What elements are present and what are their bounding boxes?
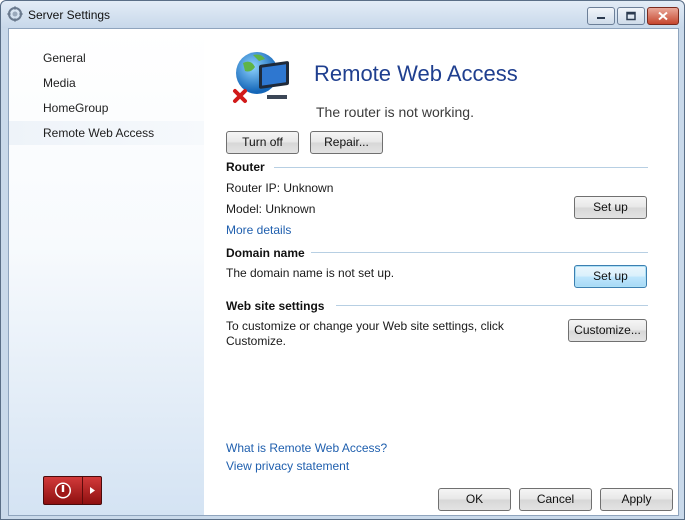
sidebar-item-label: HomeGroup	[43, 101, 109, 115]
globe-computer-error-icon	[233, 52, 289, 103]
maximize-button[interactable]	[617, 7, 645, 25]
title-bar[interactable]: Server Settings	[1, 1, 684, 28]
customize-button[interactable]: Customize...	[568, 319, 647, 342]
sidebar-item-homegroup[interactable]: HomeGroup	[9, 96, 204, 120]
repair-button[interactable]: Repair...	[310, 131, 383, 154]
server-settings-window: Server Settings General Media HomeGroup …	[0, 0, 685, 520]
website-divider	[336, 305, 648, 306]
minimize-icon	[597, 17, 605, 19]
close-button[interactable]	[647, 7, 679, 25]
power-options-button[interactable]	[82, 477, 101, 504]
domain-set-up-button[interactable]: Set up	[574, 265, 647, 288]
remote-web-access-panel: Remote Web Access The router is not work…	[204, 29, 678, 515]
sidebar-item-label: Remote Web Access	[43, 126, 155, 140]
what-is-remote-web-access-link[interactable]: What is Remote Web Access?	[226, 441, 387, 455]
cancel-button[interactable]: Cancel	[519, 488, 592, 511]
apply-button[interactable]: Apply	[600, 488, 673, 511]
dialog-client-area: General Media HomeGroup Remote Web Acces…	[8, 28, 679, 516]
power-icon	[55, 482, 71, 499]
sidebar-item-label: Media	[43, 76, 76, 90]
arrow-right-icon	[90, 487, 95, 494]
settings-sidebar: General Media HomeGroup Remote Web Acces…	[9, 29, 204, 515]
page-title: Remote Web Access	[314, 61, 518, 86]
privacy-statement-link[interactable]: View privacy statement	[226, 459, 349, 473]
sidebar-item-remote-web-access[interactable]: Remote Web Access	[9, 121, 204, 145]
window-title: Server Settings	[28, 8, 111, 22]
sidebar-item-label: General	[43, 51, 86, 65]
minimize-button[interactable]	[587, 7, 615, 25]
sidebar-item-general[interactable]: General	[9, 46, 204, 70]
router-divider	[274, 167, 648, 168]
sidebar-item-media[interactable]: Media	[9, 71, 204, 95]
power-button-group	[43, 476, 102, 505]
turn-off-button[interactable]: Turn off	[226, 131, 299, 154]
power-button[interactable]	[44, 477, 82, 504]
domain-status: The domain name is not set up.	[226, 266, 395, 280]
website-description: To customize or change your Web site set…	[226, 319, 504, 348]
status-message: The router is not working.	[316, 104, 474, 120]
ok-button[interactable]: OK	[438, 488, 511, 511]
domain-divider	[311, 252, 648, 253]
router-model: Model: Unknown	[226, 202, 316, 216]
website-section-heading: Web site settings	[226, 299, 325, 313]
server-settings-app-icon	[7, 6, 23, 22]
router-section-heading: Router	[226, 160, 265, 174]
router-set-up-button[interactable]: Set up	[574, 196, 647, 219]
close-icon	[658, 11, 668, 21]
router-ip: Router IP: Unknown	[226, 181, 334, 195]
more-details-link[interactable]: More details	[226, 223, 291, 237]
maximize-icon	[626, 11, 636, 21]
domain-section-heading: Domain name	[226, 246, 305, 260]
